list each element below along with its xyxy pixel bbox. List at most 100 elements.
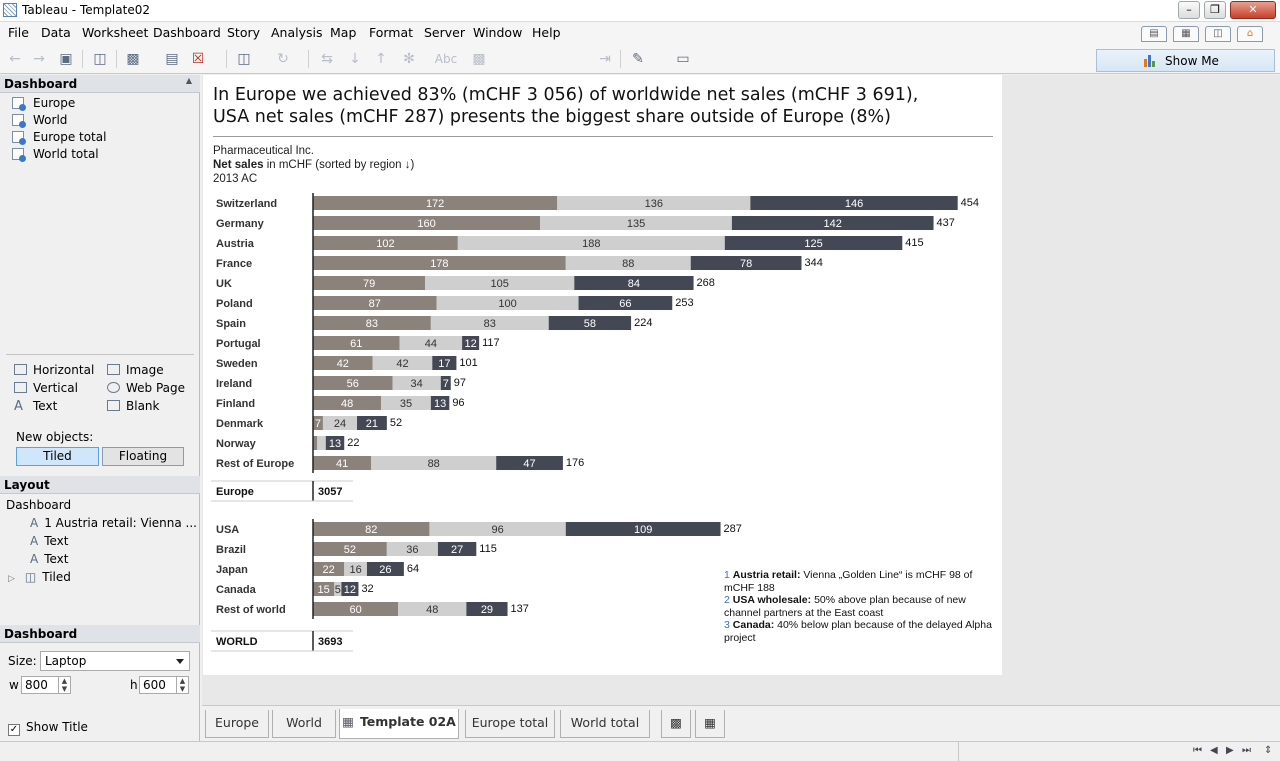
- floating-toggle[interactable]: Floating: [102, 447, 184, 466]
- data-label: 60: [349, 604, 361, 616]
- data-label: 82: [365, 524, 377, 536]
- last-sheet-icon[interactable]: ⏭: [1242, 745, 1251, 756]
- object-text[interactable]: A Text: [14, 399, 57, 414]
- total-label: 287: [724, 523, 742, 535]
- first-sheet-icon[interactable]: ⏮: [1193, 745, 1202, 756]
- show-me-icon: [1144, 55, 1158, 67]
- fit-width-icon[interactable]: ▩: [470, 50, 488, 68]
- undo-icon[interactable]: ←: [6, 50, 24, 68]
- tab-template-02a[interactable]: ▦ Template 02A: [339, 709, 459, 739]
- total-label: 415: [905, 237, 923, 249]
- checkbox-icon[interactable]: ✓: [8, 724, 20, 736]
- object-image[interactable]: Image: [107, 363, 164, 377]
- menu-map[interactable]: Map: [330, 25, 356, 40]
- data-source-icon[interactable]: ◫: [1205, 26, 1231, 42]
- show-title-checkbox[interactable]: ✓ Show Title: [8, 720, 88, 736]
- highlight-icon[interactable]: ✎: [629, 50, 647, 68]
- show-me-button[interactable]: Show Me: [1096, 49, 1275, 72]
- width-input[interactable]: 800 ▲ ▼: [21, 676, 71, 694]
- menu-data[interactable]: Data: [41, 25, 71, 40]
- total-label: 22: [347, 437, 359, 449]
- swap-icon[interactable]: ⇆: [318, 50, 336, 68]
- sort-ascending-icon[interactable]: ↓: [346, 50, 364, 68]
- show-mark-labels-icon[interactable]: Abc: [433, 50, 459, 68]
- menu-file[interactable]: File: [8, 25, 29, 40]
- menu-server[interactable]: Server: [424, 25, 465, 40]
- object-vertical[interactable]: Vertical: [14, 381, 78, 395]
- category-label: Ireland: [216, 378, 252, 390]
- menu-analysis[interactable]: Analysis: [271, 25, 323, 40]
- blank-icon: [107, 400, 120, 411]
- data-label: 12: [464, 338, 476, 350]
- sheet-sorter-icon[interactable]: ▦: [1173, 26, 1199, 42]
- presentation-mode-icon[interactable]: ▤: [1141, 26, 1167, 42]
- text-icon: A: [30, 534, 39, 548]
- footnote-2: 2 USA wholesale: 50% above plan because …: [724, 594, 966, 619]
- close-button[interactable]: ✕: [1230, 1, 1276, 19]
- footnote-3: 3 Canada: 40% below plan because of the …: [724, 619, 992, 644]
- new-worksheet-tab-icon[interactable]: ▩: [661, 710, 691, 738]
- home-icon[interactable]: ⌂: [1237, 26, 1263, 42]
- text-icon: A: [14, 399, 23, 414]
- height-spinner[interactable]: ▲ ▼: [176, 677, 188, 693]
- restore-button[interactable]: ❐: [1204, 1, 1226, 19]
- footnote-1: 1 Austria retail: Vienna „Golden Line“ i…: [724, 569, 973, 594]
- object-blank[interactable]: Blank: [107, 399, 159, 413]
- dashboard-size-header: Dashboard: [0, 625, 200, 643]
- menu-window[interactable]: Window: [473, 25, 522, 40]
- next-sheet-icon[interactable]: ▶: [1226, 745, 1234, 756]
- data-label: 66: [619, 298, 631, 310]
- window-title: Tableau - Template02: [22, 3, 150, 17]
- menu-format[interactable]: Format: [369, 25, 413, 40]
- layout-item-tiled[interactable]: ▷ ◫ Tiled: [8, 570, 71, 584]
- minimize-button[interactable]: –: [1178, 1, 1200, 19]
- object-horizontal[interactable]: Horizontal: [14, 363, 94, 377]
- layout-root[interactable]: Dashboard: [6, 498, 71, 512]
- new-dashboard-tab-icon[interactable]: ▦: [695, 710, 725, 738]
- total-label: 253: [675, 297, 693, 309]
- menu-dashboard[interactable]: Dashboard: [153, 25, 221, 40]
- group-icon[interactable]: ✻: [400, 50, 418, 68]
- data-label: 12: [344, 584, 356, 596]
- total-label: 344: [804, 257, 822, 269]
- presentation-icon[interactable]: ▭: [674, 50, 692, 68]
- fix-axes-icon[interactable]: ⇥: [596, 50, 614, 68]
- menu-help[interactable]: Help: [532, 25, 561, 40]
- previous-sheet-icon[interactable]: ◀: [1210, 745, 1218, 756]
- new-worksheet-icon[interactable]: ▩: [124, 50, 142, 68]
- data-label: 15: [318, 584, 330, 596]
- total-label: 176: [566, 457, 584, 469]
- size-dropdown[interactable]: Laptop: [40, 651, 190, 671]
- resize-grip-icon[interactable]: ⇕: [1264, 745, 1272, 756]
- sort-descending-icon[interactable]: ↑: [372, 50, 390, 68]
- tiled-toggle[interactable]: Tiled: [16, 447, 99, 466]
- expand-icon[interactable]: ▷: [8, 574, 15, 584]
- menu-story[interactable]: Story: [227, 25, 260, 40]
- tab-world-total[interactable]: World total: [560, 710, 650, 738]
- layout-item-text[interactable]: A1 Austria retail: Vienna ...: [30, 516, 197, 530]
- total-label: 97: [454, 377, 466, 389]
- tab-europe-total[interactable]: Europe total: [465, 710, 555, 738]
- redo-icon[interactable]: →: [30, 50, 48, 68]
- category-label: Rest of Europe: [216, 458, 294, 470]
- total-label: 96: [452, 397, 464, 409]
- menu-bar: File Data Worksheet Dashboard Story Anal…: [0, 22, 1280, 44]
- data-label: 52: [344, 544, 356, 556]
- total-label: 115: [479, 543, 497, 555]
- save-icon[interactable]: ▣: [57, 50, 75, 68]
- total-label: 137: [511, 603, 529, 615]
- refresh-icon[interactable]: ↻: [274, 50, 292, 68]
- object-web-page[interactable]: Web Page: [107, 381, 185, 395]
- layout-item-text[interactable]: A Text: [30, 552, 69, 566]
- tab-europe[interactable]: Europe: [205, 710, 269, 738]
- layout-item-text[interactable]: A Text: [30, 534, 69, 548]
- tab-world[interactable]: World: [272, 710, 336, 738]
- width-spinner[interactable]: ▲ ▼: [58, 677, 70, 693]
- menu-worksheet[interactable]: Worksheet: [82, 25, 148, 40]
- duplicate-sheet-icon[interactable]: ▤: [163, 50, 181, 68]
- height-input[interactable]: 600 ▲ ▼: [139, 676, 189, 694]
- category-label: France: [216, 258, 252, 270]
- pause-updates-icon[interactable]: ◫: [235, 50, 253, 68]
- clear-sheet-icon[interactable]: ☒: [189, 50, 207, 68]
- new-data-source-icon[interactable]: ◫: [91, 50, 109, 68]
